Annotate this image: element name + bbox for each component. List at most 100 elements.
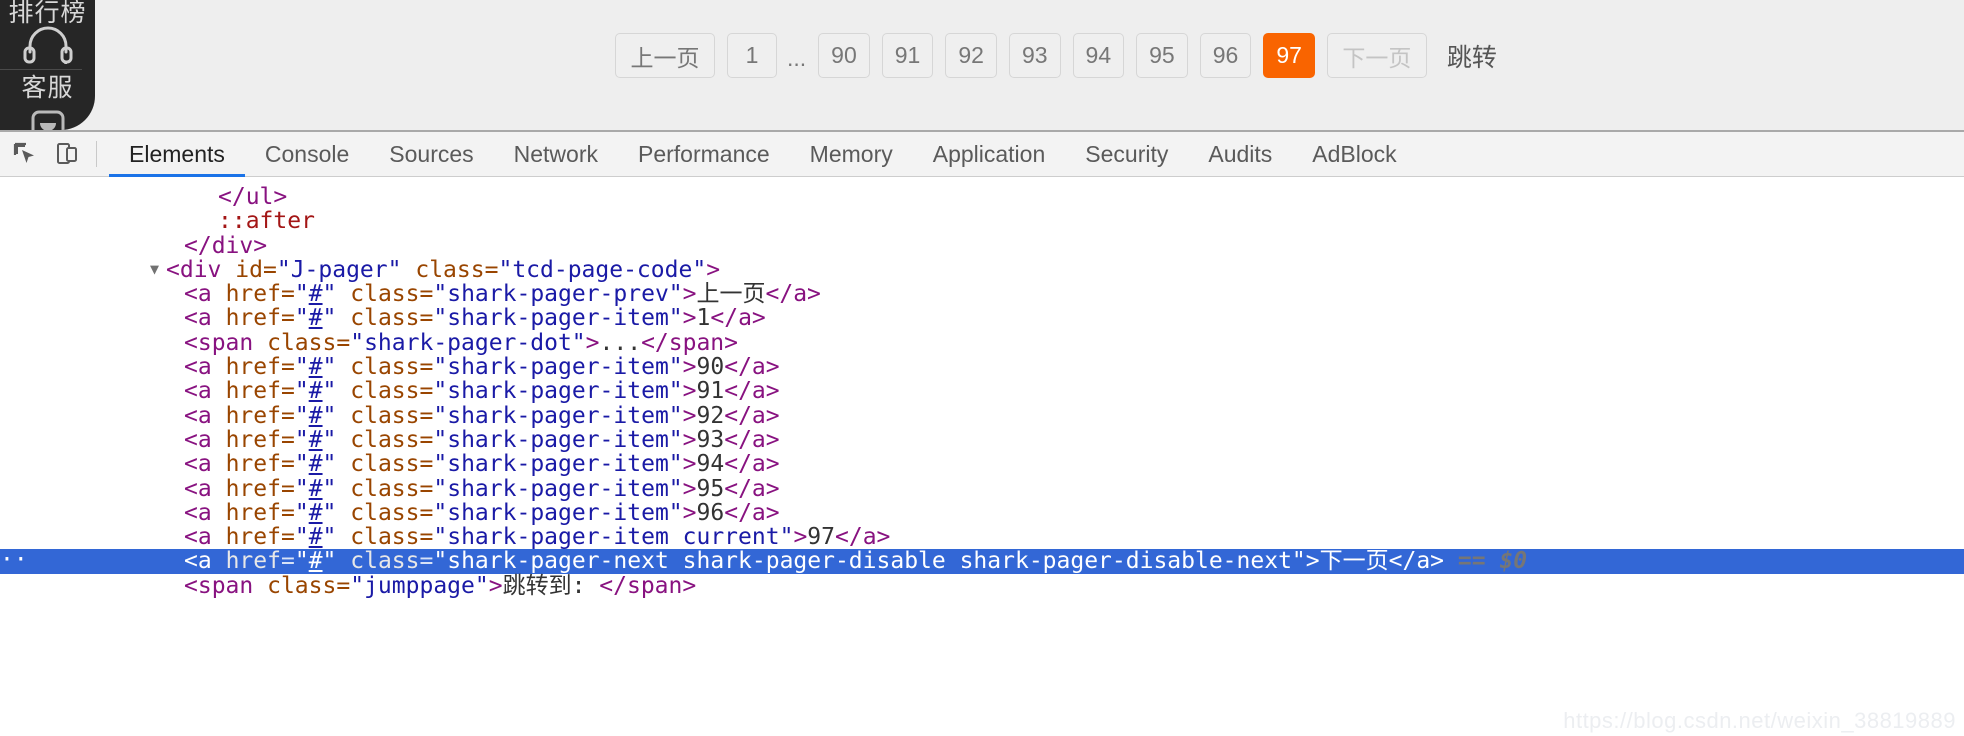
attribute-name: href bbox=[225, 426, 281, 453]
side-widget-service-label[interactable]: 客服 bbox=[0, 71, 95, 105]
dom-node-row[interactable]: <a href="#" class="shark-pager-item">1</… bbox=[0, 306, 1964, 330]
screenshot-root: 排行榜 客服 上一页 1 ... 90 91 92 93 94 95 96 97… bbox=[0, 0, 1964, 736]
tag-name: a bbox=[197, 548, 212, 575]
equals-sign: = bbox=[280, 548, 295, 575]
dom-node-row[interactable]: <span class="jumppage">跳转到: </span> bbox=[0, 574, 1964, 598]
tab-network[interactable]: Network bbox=[494, 132, 618, 177]
dom-node-row[interactable]: <a href="#" class="shark-pager-item">96<… bbox=[0, 501, 1964, 525]
pagination-next-button: 下一页 bbox=[1326, 33, 1427, 78]
devtools-tab-bar[interactable]: Elements Console Sources Network Perform… bbox=[109, 132, 1417, 177]
pagination-page-91[interactable]: 91 bbox=[881, 33, 934, 78]
attribute-value: jumppage bbox=[364, 572, 475, 599]
quote: " bbox=[350, 329, 365, 356]
quote: " bbox=[433, 281, 448, 308]
dom-node-row[interactable]: <a href="#" class="shark-pager-item curr… bbox=[0, 525, 1964, 549]
angle-bracket-close: > bbox=[793, 524, 808, 551]
node-text: 上一页 bbox=[696, 281, 766, 308]
pagination-page-94[interactable]: 94 bbox=[1072, 33, 1125, 78]
dom-node-row[interactable]: </ul> bbox=[0, 185, 1964, 209]
quote: " bbox=[322, 548, 337, 575]
equals-sign: = bbox=[484, 256, 499, 283]
tab-adblock[interactable]: AdBlock bbox=[1292, 132, 1416, 177]
tab-elements[interactable]: Elements bbox=[109, 132, 245, 177]
pagination-page-90[interactable]: 90 bbox=[818, 33, 870, 78]
pagination[interactable]: 上一页 1 ... 90 91 92 93 94 95 96 97 下一页 跳转 bbox=[615, 33, 1497, 78]
pagination-prev-button[interactable]: 上一页 bbox=[615, 33, 715, 78]
quote: " bbox=[433, 451, 448, 478]
attribute-value: shark-pager-item bbox=[447, 475, 669, 502]
dom-node-row[interactable]: <a href="#" class="shark-pager-item">94<… bbox=[0, 452, 1964, 476]
quote: " bbox=[1291, 548, 1306, 575]
attribute-name: href bbox=[225, 281, 281, 308]
tab-console[interactable]: Console bbox=[245, 132, 369, 177]
quote: " bbox=[668, 475, 683, 502]
tab-memory[interactable]: Memory bbox=[790, 132, 913, 177]
angle-bracket-open: < bbox=[166, 256, 180, 283]
dom-node-row[interactable]: <a href="#" class="shark-pager-item">91<… bbox=[0, 379, 1964, 403]
attribute-value: shark-pager-next shark-pager-disable sha… bbox=[447, 548, 1292, 575]
pagination-page-96[interactable]: 96 bbox=[1199, 33, 1252, 78]
pagination-page-95[interactable]: 95 bbox=[1136, 33, 1188, 78]
attribute-name: class bbox=[350, 499, 420, 526]
closing-tag: </span> bbox=[599, 572, 697, 599]
dom-node-row[interactable]: <a href="#" class="shark-pager-item">95<… bbox=[0, 475, 1964, 502]
equals-sign: = bbox=[280, 402, 295, 429]
attribute-value: # bbox=[308, 281, 323, 308]
tab-application[interactable]: Application bbox=[913, 132, 1066, 177]
angle-bracket-open: < bbox=[184, 378, 198, 405]
tag-name: a bbox=[197, 426, 212, 453]
pagination-page-1[interactable]: 1 bbox=[727, 33, 777, 78]
attribute-name: class bbox=[350, 548, 420, 575]
equals-sign: = bbox=[280, 475, 295, 502]
attribute-value: shark-pager-item bbox=[447, 426, 669, 453]
equals-sign: = bbox=[419, 499, 434, 526]
equals-sign: = bbox=[419, 548, 434, 575]
pagination-page-92[interactable]: 92 bbox=[945, 33, 997, 78]
headset-icon[interactable] bbox=[0, 26, 95, 64]
pagination-page-current-97[interactable]: 97 bbox=[1263, 33, 1315, 78]
angle-bracket-open: < bbox=[184, 281, 198, 308]
tab-security[interactable]: Security bbox=[1065, 132, 1188, 177]
dom-node-row[interactable]: <a href="#" class="shark-pager-item">92<… bbox=[0, 404, 1964, 428]
quote: " bbox=[322, 426, 337, 453]
attribute-name: class bbox=[350, 305, 420, 332]
dom-node-row[interactable]: ::after bbox=[0, 209, 1964, 233]
pagination-page-93[interactable]: 93 bbox=[1008, 33, 1061, 78]
dom-node-row-selected[interactable]: ·· <a href="#" class="shark-pager-next sh… bbox=[0, 548, 1964, 575]
node-text: 下一页 bbox=[1319, 548, 1389, 575]
device-toolbar-icon[interactable] bbox=[50, 137, 84, 171]
attribute-name: href bbox=[225, 451, 281, 478]
tab-audits[interactable]: Audits bbox=[1188, 132, 1292, 177]
angle-bracket-close: > bbox=[682, 426, 697, 453]
attribute-name: href bbox=[225, 305, 281, 332]
quote: " bbox=[668, 378, 683, 405]
dom-node-row[interactable]: </div> bbox=[0, 233, 1964, 258]
dom-node-row[interactable]: <a href="#" class="shark-pager-item">90<… bbox=[0, 355, 1964, 379]
closing-tag: </a> bbox=[1388, 548, 1445, 575]
quote: " bbox=[322, 524, 337, 551]
dom-node-row[interactable]: <a href="#" class="shark-pager-item">93<… bbox=[0, 428, 1964, 452]
expand-triangle-icon[interactable]: ▼ bbox=[150, 257, 166, 281]
angle-bracket-open: < bbox=[184, 524, 198, 551]
tab-performance[interactable]: Performance bbox=[618, 132, 790, 177]
attribute-name: href bbox=[225, 475, 281, 502]
robot-icon[interactable] bbox=[0, 108, 95, 130]
quote: " bbox=[322, 402, 337, 429]
closing-tag: </a> bbox=[724, 499, 780, 526]
attribute-value: # bbox=[308, 475, 323, 502]
tab-sources[interactable]: Sources bbox=[369, 132, 493, 177]
floating-side-widget[interactable]: 排行榜 客服 bbox=[0, 0, 95, 130]
quote: " bbox=[350, 572, 365, 599]
dom-node-row[interactable]: <span class="shark-pager-dot">...</span> bbox=[0, 331, 1964, 355]
dom-node-row[interactable]: <a href="#" class="shark-pager-prev">上一页… bbox=[0, 282, 1964, 306]
inspect-element-icon[interactable] bbox=[8, 137, 42, 171]
quote: " bbox=[322, 499, 337, 526]
angle-bracket-close: > bbox=[682, 378, 697, 405]
dom-tree-view[interactable]: </ul>::after </div> ▼ <div id="J-pager" cla… bbox=[0, 177, 1964, 736]
devtools-panel: Elements Console Sources Network Perform… bbox=[0, 130, 1964, 736]
dom-node-row[interactable]: ▼ <div id="J-pager" class="tcd-page-code"… bbox=[0, 258, 1964, 282]
